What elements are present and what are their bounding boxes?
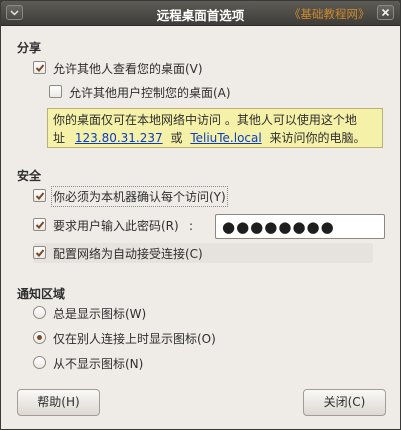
watermark-text: 《基础教程网》 <box>289 7 370 21</box>
radio-only-connected[interactable]: 仅在别人连接上时显示图标(O) <box>33 329 253 347</box>
radio-dot-icon[interactable] <box>33 331 46 344</box>
info-text-or: 或 <box>170 131 183 145</box>
notification-header: 通知区域 <box>17 287 66 301</box>
checkmark-icon[interactable] <box>33 61 46 74</box>
preferences-dialog: 远程桌面首选项 《基础教程网》 分享 允许其他人查看您的桌面(V) 允许其他用户… <box>0 0 401 430</box>
help-button[interactable]: 帮助(H) <box>17 389 100 416</box>
info-message: 你的桌面仅可在本地网络中访问 。其他人可以使用这个地 址 123.80.31.2… <box>47 108 383 148</box>
auto-accept-checkbox[interactable]: 配置网络为自动接受连接(C) <box>33 243 373 263</box>
confirm-access-checkbox[interactable]: 你必须为本机器确认每个访问(Y) <box>33 186 243 207</box>
checkbox-empty-icon[interactable] <box>49 85 62 98</box>
hostname-link[interactable]: TeliuTe.local <box>190 131 261 145</box>
allow-control-label: 允许其他用户控制您的桌面(A) <box>69 86 231 100</box>
info-text-suffix: 来访问你的电脑。 <box>269 131 366 145</box>
allow-view-label: 允许其他人查看您的桌面(V) <box>53 62 203 76</box>
close-icon[interactable] <box>377 5 394 20</box>
radio-empty-icon[interactable] <box>33 356 46 369</box>
security-header: 安全 <box>17 169 42 183</box>
password-field[interactable]: ●●●●●●●● <box>215 214 385 239</box>
only-connected-label: 仅在别人连接上时显示图标(O) <box>53 332 216 346</box>
checkmark-icon[interactable] <box>33 189 46 202</box>
info-text-prefix: 址 <box>53 131 66 145</box>
radio-always-show[interactable]: 总是显示图标(W) <box>33 304 193 322</box>
info-text-line2: 址 123.80.31.237 或 TeliuTe.local 来访问你的电脑。 <box>53 129 377 147</box>
allow-control-checkbox[interactable]: 允许其他用户控制您的桌面(A) <box>49 83 279 101</box>
require-password-label: 要求用户输入此密码(R) <box>53 219 179 233</box>
sharing-header: 分享 <box>17 41 42 55</box>
title-bar: 远程桌面首选项 《基础教程网》 <box>1 1 400 26</box>
allow-view-checkbox[interactable]: 允许其他人查看您的桌面(V) <box>33 59 253 77</box>
require-password-checkbox[interactable]: 要求用户输入此密码(R) <box>33 216 193 234</box>
auto-accept-label: 配置网络为自动接受连接(C) <box>53 247 203 261</box>
info-text-line1: 你的桌面仅可在本地网络中访问 。其他人可以使用这个地 <box>53 113 357 127</box>
close-button[interactable]: 关闭(C) <box>303 389 386 416</box>
checkmark-icon[interactable] <box>33 246 46 259</box>
radio-empty-icon[interactable] <box>33 306 46 319</box>
confirm-access-label: 你必须为本机器确认每个访问(Y) <box>51 186 228 207</box>
radio-never-show[interactable]: 从不显示图标(N) <box>33 354 193 372</box>
password-separator: : <box>189 219 194 233</box>
ip-address-link[interactable]: 123.80.31.237 <box>75 131 163 145</box>
always-show-label: 总是显示图标(W) <box>53 307 147 321</box>
never-show-label: 从不显示图标(N) <box>53 357 144 371</box>
checkmark-icon[interactable] <box>33 218 46 231</box>
